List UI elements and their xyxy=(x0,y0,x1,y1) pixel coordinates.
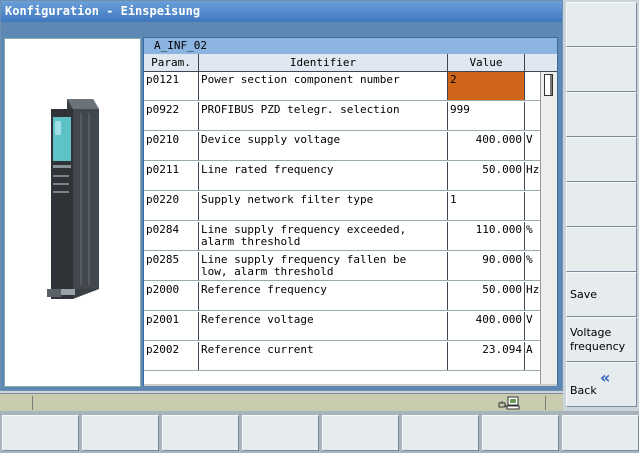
value-cell[interactable]: 50.000 xyxy=(448,282,525,310)
col-header-identifier: Identifier xyxy=(199,54,448,72)
vertical-scrollbar[interactable] xyxy=(540,72,557,384)
param-cell: p0284 xyxy=(144,222,199,250)
param-cell: p0922 xyxy=(144,102,199,130)
softkey-voltage-frequency[interactable]: Voltage frequency xyxy=(566,317,637,362)
horizontal-softkey-8[interactable] xyxy=(562,415,639,451)
identifier-cell: Supply network filter type xyxy=(199,192,448,220)
col-header-param: Param. xyxy=(144,54,199,72)
table-row[interactable]: p0210 Device supply voltage 400.000 V xyxy=(144,132,540,161)
softkey-empty-5[interactable] xyxy=(566,182,637,227)
table-row[interactable]: p0211 Line rated frequency 50.000 Hz xyxy=(144,162,540,191)
window-content: A_INF_02 Param. Identifier Value p0121 Po… xyxy=(1,22,562,390)
horizontal-scrollbar[interactable] xyxy=(144,384,557,386)
config-window: Konfiguration - Einspeisung A_INF_02 Par… xyxy=(0,0,563,391)
value-cell[interactable]: 110.000 xyxy=(448,222,525,250)
network-icon xyxy=(498,396,520,410)
softkey-label: Save xyxy=(570,287,598,301)
unit-cell: % xyxy=(526,253,533,266)
param-cell: p2001 xyxy=(144,312,199,340)
identifier-cell: PROFIBUS PZD telegr. selection xyxy=(199,102,448,130)
identifier-cell: Reference frequency xyxy=(199,282,448,310)
softkey-save[interactable]: Save xyxy=(566,272,637,317)
unit-cell: Hz xyxy=(526,283,540,296)
value-cell[interactable]: 90.000 xyxy=(448,252,525,280)
window-title: Konfiguration - Einspeisung xyxy=(1,1,562,22)
table-row[interactable]: p0922 PROFIBUS PZD telegr. selection 999 xyxy=(144,102,540,131)
identifier-cell: Line rated frequency xyxy=(199,162,448,190)
col-header-value: Value xyxy=(448,54,525,72)
value-cell[interactable]: 2 xyxy=(448,72,525,100)
identifier-cell: Power section component number xyxy=(199,72,448,100)
softkey-empty-2[interactable] xyxy=(566,47,637,92)
value-cell[interactable]: 400.000 xyxy=(448,312,525,340)
value-cell[interactable]: 50.000 xyxy=(448,162,525,190)
identifier-cell: Device supply voltage xyxy=(199,132,448,160)
right-softkey-bar: Save Voltage frequency «Back xyxy=(564,0,639,410)
softkey-label: Voltage frequency xyxy=(570,325,626,353)
identifier-cell: Line supply frequency fallen be low, ala… xyxy=(199,252,448,280)
table-body: p0121 Power section component number 2 p092… xyxy=(144,72,540,384)
table-row[interactable]: p2000 Reference frequency 50.000 Hz xyxy=(144,282,540,311)
double-chevron-left-icon: « xyxy=(600,367,611,387)
param-cell: p0220 xyxy=(144,192,199,220)
unit-cell xyxy=(525,72,540,100)
softkey-empty-1[interactable] xyxy=(566,2,637,47)
table-header: Param. Identifier Value xyxy=(144,54,557,72)
horizontal-softkey-4[interactable] xyxy=(242,415,319,451)
param-cell: p0211 xyxy=(144,162,199,190)
bottom-softkey-bar xyxy=(0,411,639,453)
horizontal-softkey-6[interactable] xyxy=(402,415,479,451)
status-bar xyxy=(0,393,563,411)
unit-cell: % xyxy=(526,223,533,236)
identifier-cell: Reference voltage xyxy=(199,312,448,340)
param-cell: p0285 xyxy=(144,252,199,280)
value-cell[interactable]: 999 xyxy=(448,102,525,130)
table-row[interactable]: p0220 Supply network filter type 1 xyxy=(144,192,540,221)
horizontal-softkey-2[interactable] xyxy=(82,415,159,451)
softkey-empty-6[interactable] xyxy=(566,227,637,272)
value-cell[interactable]: 400.000 xyxy=(448,132,525,160)
table-row[interactable]: p0121 Power section component number 2 xyxy=(144,72,540,101)
status-divider xyxy=(32,396,33,410)
unit-cell: A xyxy=(526,343,533,356)
identifier-cell: Line supply frequency exceeded, alarm th… xyxy=(199,222,448,250)
drive-module-image xyxy=(47,99,99,299)
horizontal-softkey-5[interactable] xyxy=(322,415,399,451)
value-cell[interactable]: 1 xyxy=(448,192,525,220)
table-row[interactable]: p2002 Reference current 23.094 A xyxy=(144,342,540,371)
unit-cell: V xyxy=(526,313,533,326)
softkey-back[interactable]: «Back xyxy=(566,362,637,407)
param-cell: p0121 xyxy=(144,72,199,100)
parameter-table-panel: A_INF_02 Param. Identifier Value p0121 Po… xyxy=(143,37,558,386)
softkey-empty-4[interactable] xyxy=(566,137,637,182)
horizontal-softkey-7[interactable] xyxy=(482,415,559,451)
table-row[interactable]: p0285 Line supply frequency fallen be low… xyxy=(144,252,540,281)
horizontal-softkey-3[interactable] xyxy=(162,415,239,451)
softkey-empty-3[interactable] xyxy=(566,92,637,137)
status-divider xyxy=(545,396,546,410)
identifier-cell: Reference current xyxy=(199,342,448,370)
scrollbar-thumb[interactable] xyxy=(544,74,553,96)
unit-cell xyxy=(525,102,540,130)
device-image-panel xyxy=(4,38,141,387)
softkey-label: Back xyxy=(570,383,597,397)
col-header-unit xyxy=(525,54,540,72)
horizontal-softkey-1[interactable] xyxy=(2,415,79,451)
unit-cell xyxy=(525,192,540,220)
table-row[interactable]: p2001 Reference voltage 400.000 V xyxy=(144,312,540,341)
value-cell[interactable]: 23.094 xyxy=(448,342,525,370)
param-cell: p2000 xyxy=(144,282,199,310)
param-cell: p2002 xyxy=(144,342,199,370)
param-cell: p0210 xyxy=(144,132,199,160)
table-row[interactable]: p0284 Line supply frequency exceeded, ala… xyxy=(144,222,540,251)
unit-cell: Hz xyxy=(526,163,540,176)
unit-cell: V xyxy=(526,133,533,146)
table-title: A_INF_02 xyxy=(144,38,557,54)
